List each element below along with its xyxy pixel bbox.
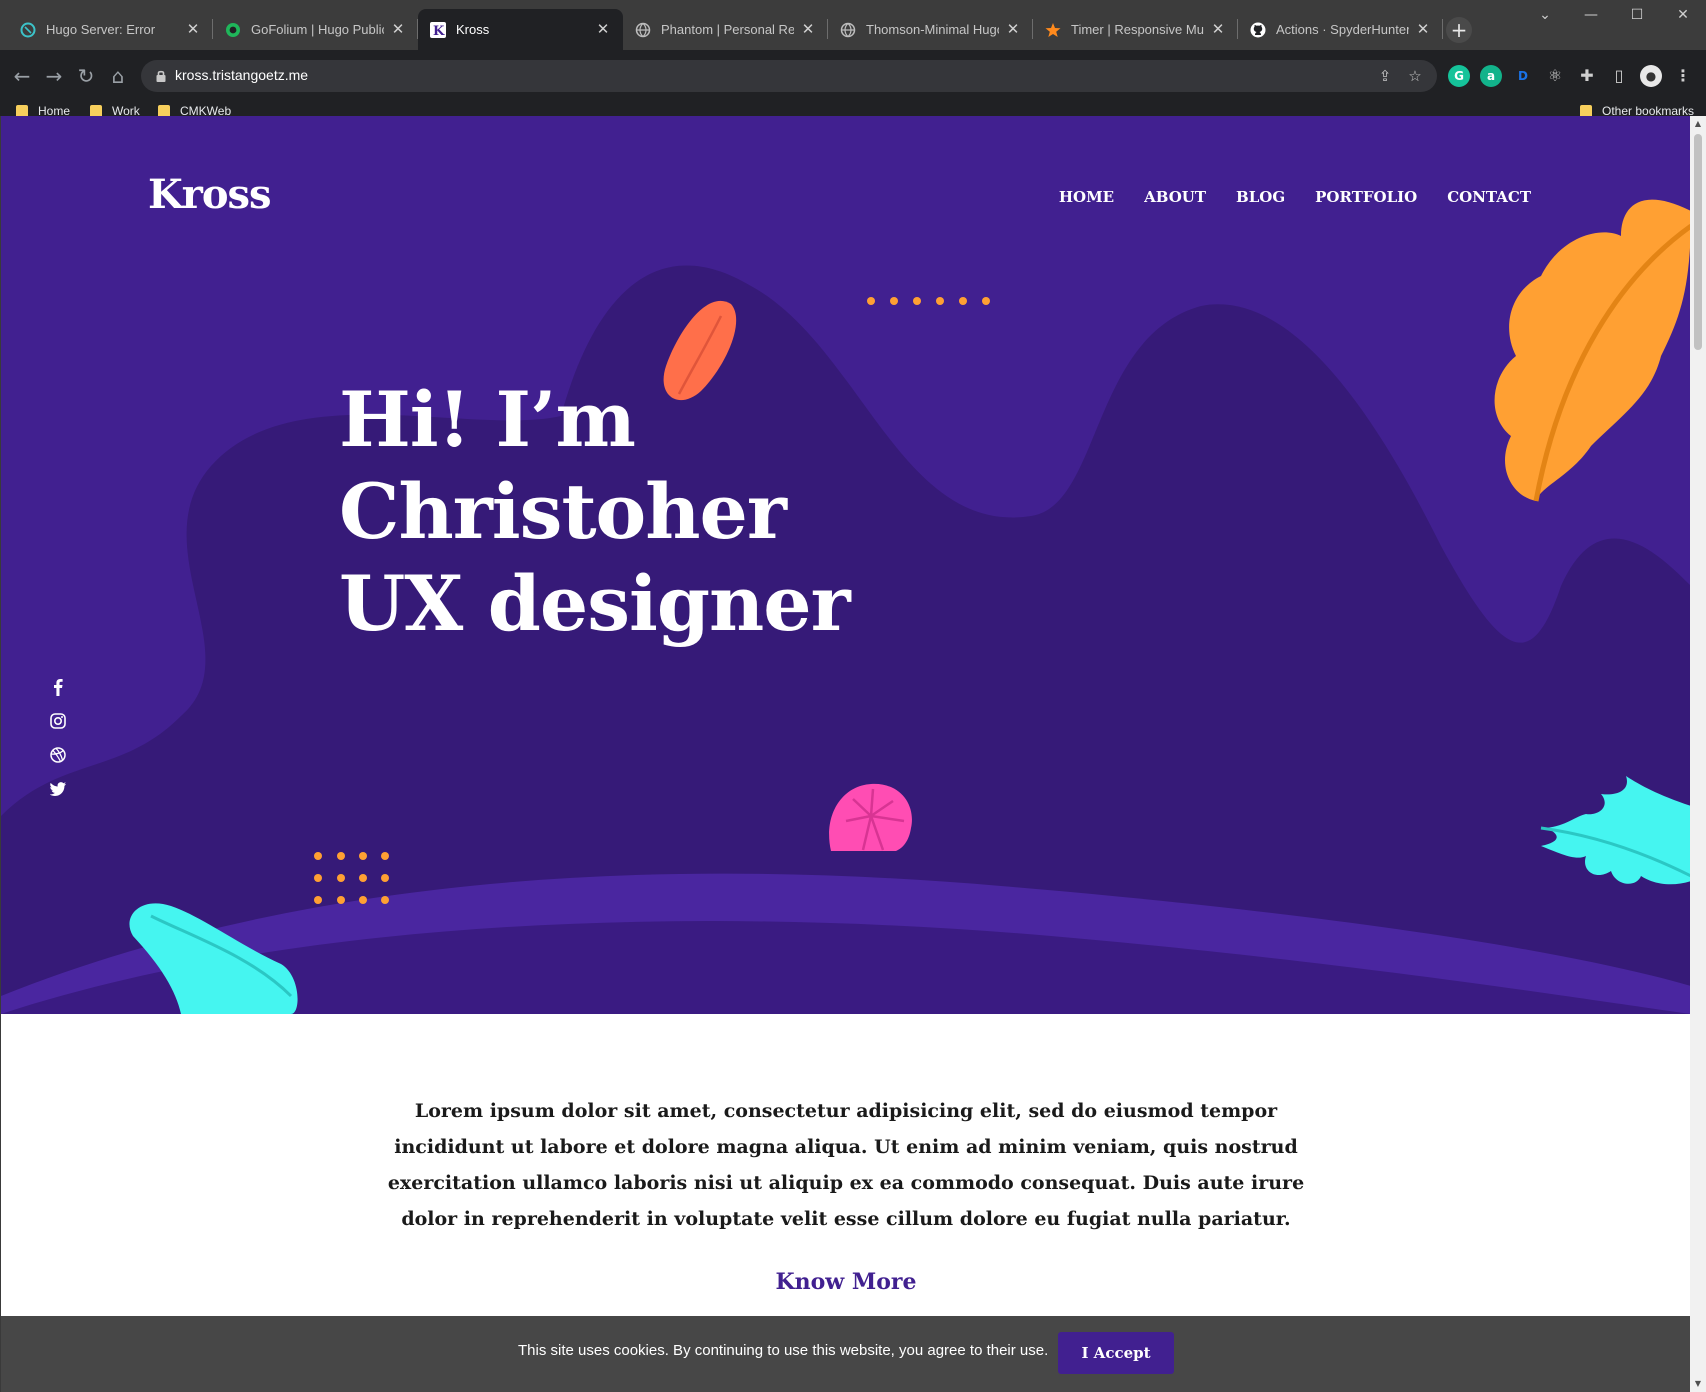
tab-close-icon[interactable]: ✕ xyxy=(595,21,611,38)
social-links xyxy=(47,676,69,812)
page-viewport: Kross HOME ABOUT BLOG PORTFOLIO CONTACT … xyxy=(0,116,1690,1392)
forward-arrow-icon[interactable]: → xyxy=(42,64,66,88)
nav-portfolio[interactable]: PORTFOLIO xyxy=(1315,188,1417,206)
tab-close-icon[interactable]: ✕ xyxy=(1415,21,1431,38)
address-bar[interactable]: kross.tristangoetz.me ⇪ ☆ xyxy=(141,60,1437,92)
nav-blog[interactable]: BLOG xyxy=(1236,188,1285,206)
tab-hugo-server-error[interactable]: Hugo Server: Error ✕ xyxy=(8,9,213,50)
tab-gofolium[interactable]: GoFolium | Hugo Publication ✕ xyxy=(213,9,418,50)
tab-title: Kross xyxy=(456,22,490,37)
browser-titlebar: Hugo Server: Error ✕ GoFolium | Hugo Pub… xyxy=(0,0,1706,50)
close-window-icon[interactable]: ✕ xyxy=(1660,0,1706,30)
cookie-message: This site uses cookies. By continuing to… xyxy=(518,1342,1049,1359)
dribbble-icon[interactable] xyxy=(47,744,69,766)
extensions-puzzle-icon[interactable]: ✚ xyxy=(1576,65,1598,87)
profile-avatar[interactable]: ● xyxy=(1640,65,1662,87)
scrollbar-thumb[interactable] xyxy=(1694,134,1702,350)
side-panel-icon[interactable]: ▯ xyxy=(1608,65,1630,87)
headline-line-1: Hi! I’m xyxy=(339,375,636,464)
menu-kebab-icon[interactable]: ⋮ xyxy=(1672,65,1694,87)
star-icon xyxy=(1045,22,1061,38)
nav-home[interactable]: HOME xyxy=(1059,188,1114,206)
kross-k-icon: K xyxy=(430,21,446,38)
headline-line-3: UX designer xyxy=(339,559,851,648)
globe-icon xyxy=(840,22,856,38)
twitter-icon[interactable] xyxy=(47,778,69,800)
tab-timer[interactable]: Timer | Responsive Multipurpose ✕ xyxy=(1033,9,1238,50)
github-icon xyxy=(1250,22,1266,38)
tab-github-actions[interactable]: Actions · SpyderHunter03/ ✕ xyxy=(1238,9,1443,50)
lock-icon[interactable] xyxy=(153,68,169,84)
nav-contact[interactable]: CONTACT xyxy=(1447,188,1531,206)
about-paragraph: Lorem ipsum dolor sit amet, consectetur … xyxy=(387,1100,1305,1230)
accept-cookies-button[interactable]: I Accept xyxy=(1058,1332,1174,1374)
home-icon[interactable]: ⌂ xyxy=(106,64,130,88)
tab-title: Actions · SpyderHunter03/ xyxy=(1276,22,1409,37)
tab-title: GoFolium | Hugo Publication xyxy=(251,22,384,37)
react-devtools-icon[interactable]: ⚛ xyxy=(1544,65,1566,87)
nav-about[interactable]: ABOUT xyxy=(1144,188,1206,206)
tab-title: Timer | Responsive Multipurpose xyxy=(1071,22,1204,37)
window-controls: ⌄ — ☐ ✕ xyxy=(1522,0,1706,30)
know-more-link[interactable]: Know More xyxy=(1,1269,1690,1295)
tab-close-icon[interactable]: ✕ xyxy=(800,21,816,38)
main-nav: HOME ABOUT BLOG PORTFOLIO CONTACT xyxy=(1059,188,1531,206)
tab-thomson[interactable]: Thomson-Minimal Hugo Portfolio ✕ xyxy=(828,9,1033,50)
url-text[interactable]: kross.tristangoetz.me xyxy=(175,67,308,83)
orange-leaf-shape xyxy=(1494,199,1690,502)
globe-icon xyxy=(635,22,651,38)
tab-close-icon[interactable]: ✕ xyxy=(1005,21,1021,38)
tab-close-icon[interactable]: ✕ xyxy=(390,21,406,38)
extension-d-icon[interactable]: D xyxy=(1512,65,1534,87)
scroll-down-icon[interactable]: ▼ xyxy=(1690,1376,1706,1392)
hugo-icon xyxy=(20,22,36,38)
back-arrow-icon[interactable]: ← xyxy=(10,64,34,88)
instagram-icon[interactable] xyxy=(47,710,69,732)
tab-title: Hugo Server: Error xyxy=(46,22,156,37)
tab-close-icon[interactable]: ✕ xyxy=(185,21,201,38)
scroll-up-icon[interactable]: ▲ xyxy=(1690,116,1706,132)
tab-title: Phantom | Personal Resume xyxy=(661,22,794,37)
tab-strip: Hugo Server: Error ✕ GoFolium | Hugo Pub… xyxy=(8,9,1443,50)
tab-search-icon[interactable]: ⌄ xyxy=(1522,0,1568,30)
cookie-banner: This site uses cookies. By continuing to… xyxy=(1,1316,1690,1392)
tab-title: Thomson-Minimal Hugo Portfolio xyxy=(866,22,999,37)
bookmark-star-icon[interactable]: ☆ xyxy=(1405,66,1425,86)
green-ring-icon xyxy=(225,22,241,38)
tab-phantom[interactable]: Phantom | Personal Resume ✕ xyxy=(623,9,828,50)
hero-headline: Hi! I’m Christoher UX designer xyxy=(339,374,851,650)
tab-kross[interactable]: K Kross ✕ xyxy=(418,9,623,50)
page-scrollbar[interactable]: ▲ ▼ xyxy=(1690,116,1706,1392)
tab-close-icon[interactable]: ✕ xyxy=(1210,21,1226,38)
grammarly-icon[interactable]: G xyxy=(1448,65,1470,87)
headline-line-2: Christoher xyxy=(339,467,787,556)
facebook-icon[interactable] xyxy=(47,676,69,698)
share-icon[interactable]: ⇪ xyxy=(1375,66,1395,86)
svg-text:K: K xyxy=(433,24,445,38)
minimize-icon[interactable]: — xyxy=(1568,0,1614,30)
hero-section: Kross HOME ABOUT BLOG PORTFOLIO CONTACT … xyxy=(1,116,1690,1014)
extension-a-icon[interactable]: a xyxy=(1480,65,1502,87)
orange-dots-row xyxy=(867,297,990,305)
new-tab-button[interactable]: + xyxy=(1446,17,1472,43)
maximize-icon[interactable]: ☐ xyxy=(1614,0,1660,30)
site-logo[interactable]: Kross xyxy=(148,171,272,218)
reload-icon[interactable]: ↻ xyxy=(74,64,98,88)
